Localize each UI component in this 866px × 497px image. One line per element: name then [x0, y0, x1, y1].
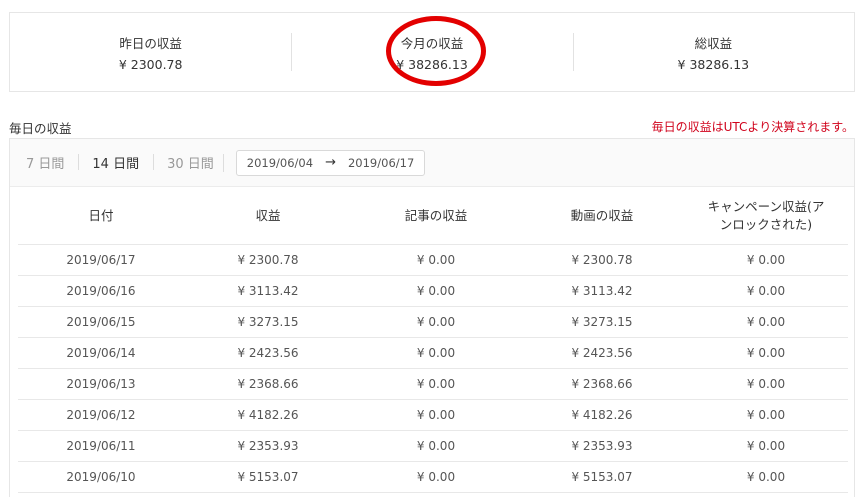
cell-article-earnings: ¥ 0.00 [352, 430, 520, 462]
cell-campaign-earnings: ¥ 0.00 [684, 275, 848, 307]
cell-date: 2019/06/17 [18, 244, 184, 276]
cell-article-earnings: ¥ 0.00 [352, 306, 520, 338]
cell-earnings: ¥ 2353.93 [184, 430, 352, 462]
tab-14-days[interactable]: 14 日間 [78, 153, 153, 172]
summary-total-label: 総収益 [694, 35, 733, 51]
cell-earnings: ¥ 2423.56 [184, 337, 352, 369]
summary-total: 総収益 ¥ 38286.13 [572, 13, 854, 91]
cell-date: 2019/06/14 [18, 337, 184, 369]
earnings-summary: 昨日の収益 ¥ 2300.78 今月の収益 ¥ 38286.13 総収益 ¥ 3… [9, 12, 855, 92]
utc-note: 毎日の収益はUTCより決算されます。 [651, 120, 854, 134]
summary-this-month: 今月の収益 ¥ 38286.13 [291, 13, 572, 91]
table-row: 2019/06/10 ¥ 5153.07 ¥ 0.00 ¥ 5153.07 ¥ … [18, 461, 848, 493]
cell-video-earnings: ¥ 2300.78 [520, 244, 684, 276]
cell-video-earnings: ¥ 3273.15 [520, 306, 684, 338]
cell-article-earnings: ¥ 0.00 [352, 244, 520, 276]
column-header-earnings: 収益 [184, 188, 352, 245]
date-range-end: 2019/06/17 [347, 155, 415, 170]
summary-yesterday-label: 昨日の収益 [119, 35, 182, 51]
campaign-header-text: キャンペーン収益(アンロックされた) [707, 199, 825, 232]
range-toolbar: 7 日間 14 日間 30 日間 2019/06/04 → 2019/06/17 [10, 139, 854, 187]
cell-article-earnings: ¥ 0.00 [352, 368, 520, 400]
table-row: 2019/06/15 ¥ 3273.15 ¥ 0.00 ¥ 3273.15 ¥ … [18, 306, 848, 338]
column-header-date: 日付 [18, 188, 184, 245]
cell-article-earnings: ¥ 0.00 [352, 399, 520, 431]
table-row: 2019/06/12 ¥ 4182.26 ¥ 0.00 ¥ 4182.26 ¥ … [18, 399, 848, 431]
summary-total-value: ¥ 38286.13 [677, 56, 750, 72]
cell-video-earnings: ¥ 2353.93 [520, 430, 684, 462]
summary-yesterday: 昨日の収益 ¥ 2300.78 [10, 13, 291, 91]
cell-video-earnings: ¥ 5153.07 [520, 461, 684, 493]
cell-campaign-earnings: ¥ 0.00 [684, 368, 848, 400]
cell-date: 2019/06/15 [18, 306, 184, 338]
cell-date: 2019/06/10 [18, 461, 184, 493]
cell-video-earnings: ¥ 3113.42 [520, 275, 684, 307]
table-row: 2019/06/13 ¥ 2368.66 ¥ 0.00 ¥ 2368.66 ¥ … [18, 368, 848, 400]
earnings-table: 日付 収益 記事の収益 動画の収益 キャンペーン収益(アンロックされた) 201… [18, 188, 848, 493]
cell-campaign-earnings: ¥ 0.00 [684, 306, 848, 338]
summary-this-month-label: 今月の収益 [400, 35, 464, 51]
column-header-article-earnings: 記事の収益 [352, 188, 520, 245]
cell-article-earnings: ¥ 0.00 [352, 275, 520, 307]
column-header-campaign-earnings: キャンペーン収益(アンロックされた) [684, 188, 848, 245]
tab-7-days[interactable]: 7 日間 [26, 153, 78, 172]
cell-earnings: ¥ 2300.78 [184, 244, 352, 276]
cell-earnings: ¥ 4182.26 [184, 399, 352, 431]
date-range-start: 2019/06/04 [246, 155, 314, 170]
cell-earnings: ¥ 2368.66 [184, 368, 352, 400]
summary-this-month-value: ¥ 38286.13 [396, 56, 468, 72]
cell-earnings: ¥ 5153.07 [184, 461, 352, 493]
cell-campaign-earnings: ¥ 0.00 [684, 430, 848, 462]
cell-video-earnings: ¥ 4182.26 [520, 399, 684, 431]
table-row: 2019/06/14 ¥ 2423.56 ¥ 0.00 ¥ 2423.56 ¥ … [18, 337, 848, 369]
cell-campaign-earnings: ¥ 0.00 [684, 399, 848, 431]
section-title: 毎日の収益 [9, 121, 72, 136]
table-row: 2019/06/17 ¥ 2300.78 ¥ 0.00 ¥ 2300.78 ¥ … [18, 244, 848, 276]
cell-date: 2019/06/16 [18, 275, 184, 307]
daily-earnings-panel: 7 日間 14 日間 30 日間 2019/06/04 → 2019/06/17… [9, 138, 855, 497]
cell-date: 2019/06/13 [18, 368, 184, 400]
cell-campaign-earnings: ¥ 0.00 [684, 461, 848, 493]
cell-article-earnings: ¥ 0.00 [352, 337, 520, 369]
table-header-row: 日付 収益 記事の収益 動画の収益 キャンペーン収益(アンロックされた) [18, 188, 848, 245]
cell-campaign-earnings: ¥ 0.00 [684, 244, 848, 276]
cell-earnings: ¥ 3113.42 [184, 275, 352, 307]
cell-article-earnings: ¥ 0.00 [352, 461, 520, 493]
date-range-picker[interactable]: 2019/06/04 → 2019/06/17 [222, 149, 426, 176]
column-header-video-earnings: 動画の収益 [520, 188, 684, 245]
table-row: 2019/06/16 ¥ 3113.42 ¥ 0.00 ¥ 3113.42 ¥ … [18, 275, 848, 307]
summary-yesterday-value: ¥ 2300.78 [118, 56, 183, 72]
cell-campaign-earnings: ¥ 0.00 [684, 337, 848, 369]
cell-video-earnings: ¥ 2368.66 [520, 368, 684, 400]
cell-date: 2019/06/11 [18, 430, 184, 462]
cell-date: 2019/06/12 [18, 399, 184, 431]
tab-30-days[interactable]: 30 日間 [153, 153, 228, 172]
table-row: 2019/06/11 ¥ 2353.93 ¥ 0.00 ¥ 2353.93 ¥ … [18, 430, 848, 462]
cell-video-earnings: ¥ 2423.56 [520, 337, 684, 369]
cell-earnings: ¥ 3273.15 [184, 306, 352, 338]
arrow-right-icon: → [325, 155, 336, 170]
